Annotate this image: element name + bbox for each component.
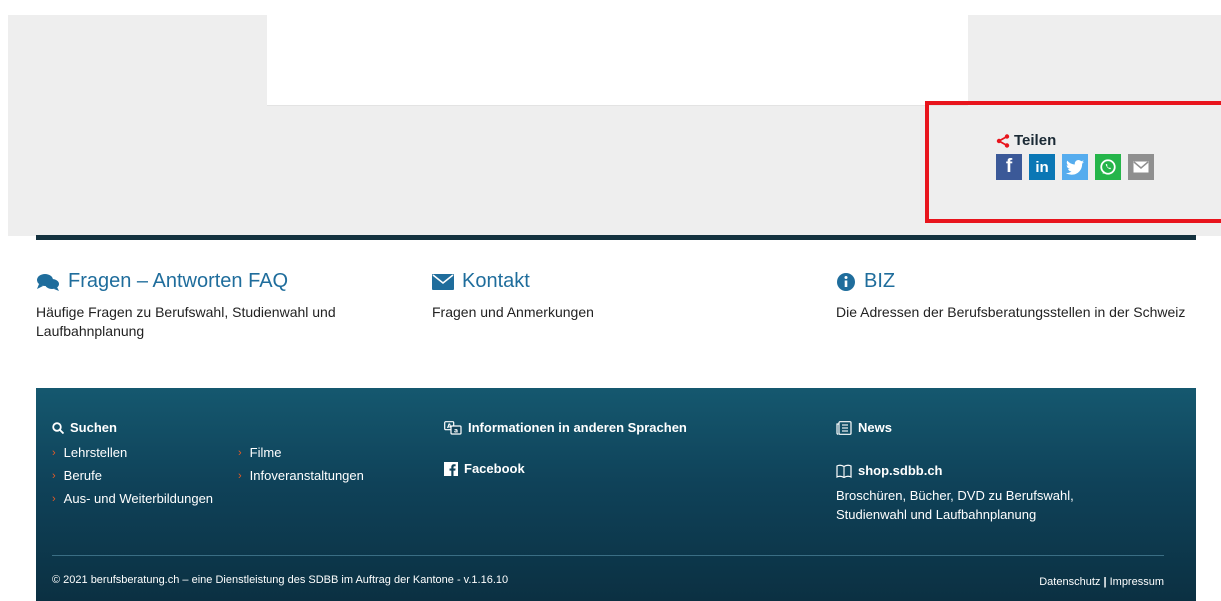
link-label: Filme (249, 445, 282, 460)
link-label: Berufe (63, 468, 102, 483)
whatsapp-share-button[interactable] (1095, 154, 1121, 180)
link-filme[interactable]: › Filme (238, 445, 388, 460)
footer-search-column: Suchen › Lehrstellen › Filme › Berufe › Info… (52, 420, 388, 506)
site-footer: Suchen › Lehrstellen › Filme › Berufe › Info… (36, 388, 1196, 601)
email-share-button[interactable] (1128, 154, 1154, 180)
faq-title: Fragen – Antworten FAQ (68, 270, 289, 292)
linkedin-icon: in (1035, 158, 1049, 176)
twitter-icon (1066, 159, 1084, 175)
shop-description: Broschüren, Bücher, DVD zu Berufswahl, S… (836, 488, 1074, 522)
link-label: Lehrstellen (63, 445, 128, 460)
search-heading[interactable]: Suchen (52, 420, 388, 435)
link-lehrstellen[interactable]: › Lehrstellen (52, 445, 238, 460)
search-links: › Lehrstellen › Filme › Berufe › Infoveranst… (52, 445, 388, 506)
languages-label: Informationen in anderen Sprachen (468, 420, 687, 435)
svg-text:a: a (454, 427, 458, 434)
share-heading: Teilen (996, 132, 1056, 149)
contact-title: Kontakt (462, 270, 530, 292)
imprint-link[interactable]: Impressum (1110, 576, 1164, 588)
privacy-link[interactable]: Datenschutz (1039, 576, 1100, 588)
share-icon (996, 133, 1010, 148)
search-icon (52, 421, 64, 434)
envelope-icon (432, 273, 454, 290)
share-buttons: f in (996, 154, 1154, 180)
envelope-icon (1133, 161, 1149, 173)
facebook-share-button[interactable]: f (996, 154, 1022, 180)
news-label: News (858, 420, 892, 435)
news-link[interactable]: News (836, 420, 1076, 435)
chat-bubbles-icon (37, 273, 59, 291)
biz-title: BIZ (864, 270, 896, 292)
newspaper-icon (836, 420, 852, 435)
svg-text:A: A (447, 423, 452, 430)
twitter-share-button[interactable] (1062, 154, 1088, 180)
link-label: Aus- und Weiterbildungen (63, 491, 214, 506)
whatsapp-icon (1100, 159, 1116, 175)
copyright-text: © 2021 berufsberatung.ch – eine Dienstle… (52, 574, 509, 586)
facebook-icon (444, 461, 458, 476)
languages-link[interactable]: Aa Informationen in anderen Sprachen (444, 420, 687, 435)
chevron-right-icon: › (52, 446, 56, 459)
legal-links: Datenschutz | Impressum (1039, 576, 1164, 588)
footer-middle-column: Aa Informationen in anderen Sprachen Fac… (444, 420, 687, 476)
legal-separator: | (1103, 576, 1107, 588)
chevron-right-icon: › (238, 446, 242, 459)
faq-description: Häufige Fragen zu Berufswahl, Studienwah… (36, 304, 336, 339)
info-circle-icon (837, 272, 855, 291)
biz-link[interactable]: BIZ (836, 270, 1185, 293)
biz-block: BIZ Die Adressen der Berufsberatungsstel… (836, 270, 1185, 322)
link-label: Infoveranstaltungen (249, 468, 364, 483)
contact-description: Fragen und Anmerkungen (432, 304, 594, 320)
chevron-right-icon: › (52, 469, 56, 482)
footer-divider (52, 555, 1164, 556)
biz-description: Die Adressen der Berufsberatungsstellen … (836, 304, 1186, 320)
share-label: Teilen (1014, 132, 1057, 149)
link-berufe[interactable]: › Berufe (52, 468, 238, 483)
shop-label: shop.sdbb.ch (858, 463, 943, 478)
chevron-right-icon: › (238, 469, 242, 482)
book-icon (836, 464, 852, 478)
contact-block: Kontakt Fragen und Anmerkungen (432, 270, 594, 322)
linkedin-share-button[interactable]: in (1029, 154, 1055, 180)
footer-info-row: Fragen – Antworten FAQ Häufige Fragen zu… (36, 240, 1196, 388)
link-aus-weiterbildungen[interactable]: › Aus- und Weiterbildungen (52, 491, 238, 506)
shop-link[interactable]: shop.sdbb.ch (836, 463, 1076, 478)
contact-link[interactable]: Kontakt (432, 270, 594, 293)
facebook-label: Facebook (464, 461, 525, 476)
content-card (267, 15, 968, 106)
facebook-link[interactable]: Facebook (444, 461, 687, 476)
faq-block: Fragen – Antworten FAQ Häufige Fragen zu… (36, 270, 356, 341)
facebook-icon: f (1005, 156, 1013, 177)
chevron-right-icon: › (52, 492, 56, 505)
link-infoveranstaltungen[interactable]: › Infoveranstaltungen (238, 468, 388, 483)
faq-link[interactable]: Fragen – Antworten FAQ (36, 270, 356, 293)
translate-icon: Aa (444, 420, 462, 435)
footer-right-column: News shop.sdbb.ch Broschüren, Bücher, DV… (836, 420, 1076, 524)
search-label: Suchen (70, 420, 117, 435)
